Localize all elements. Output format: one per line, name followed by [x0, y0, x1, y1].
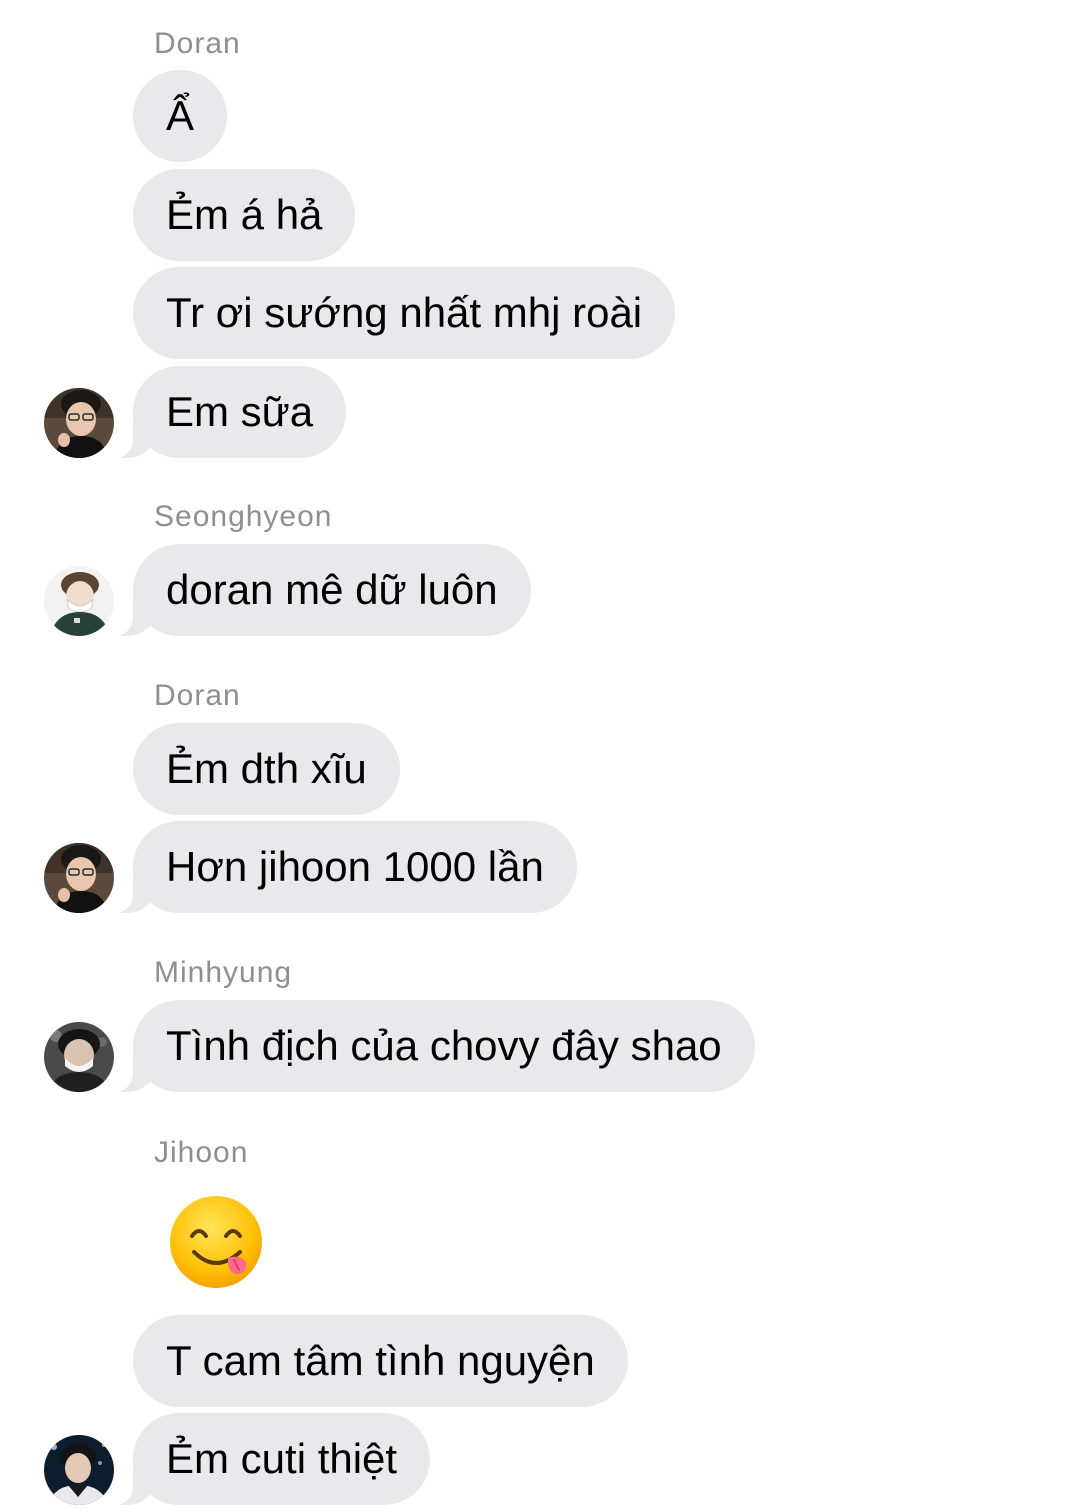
message-bubble[interactable]: Ẻm cuti thiệt	[92, 1413, 431, 1507]
sender-name-doran: Doran	[154, 679, 241, 712]
avatar-seonghyeon[interactable]	[44, 566, 114, 636]
message-bubble[interactable]: Ẻm dth xĩu	[133, 723, 400, 815]
avatar-doran[interactable]	[44, 843, 114, 913]
sender-name-minhyung: Minhyung	[154, 956, 293, 989]
avatar-minhyung[interactable]	[44, 1022, 114, 1092]
chat-transcript: Doran Ẩ Ẻm á hả Tr ơi sướng nhất mhj roà…	[0, 0, 1080, 1512]
sender-name-jihoon: Jihoon	[154, 1136, 249, 1169]
message-bubble[interactable]: T cam tâm tình nguyện	[133, 1315, 628, 1407]
message-bubble[interactable]: doran mê dữ luôn	[93, 544, 531, 638]
avatar-doran[interactable]	[44, 388, 114, 458]
message-bubble[interactable]: Tình địch của chovy đây shao	[93, 1000, 755, 1094]
message-bubble[interactable]: Ẩ	[133, 70, 228, 162]
message-bubble[interactable]: Hơn jihoon 1000 lần	[93, 821, 577, 915]
message-bubble[interactable]: Em sữa	[92, 366, 347, 460]
sender-name-doran: Doran	[154, 27, 241, 60]
sender-name-seonghyeon: Seonghyeon	[154, 500, 333, 533]
message-bubble[interactable]: Ẻm á hả	[133, 169, 356, 261]
message-bubble[interactable]: Tr ơi sướng nhất mhj roài	[133, 267, 676, 359]
face-savoring-food-icon[interactable]	[168, 1194, 264, 1290]
avatar-jihoon[interactable]	[44, 1435, 114, 1505]
